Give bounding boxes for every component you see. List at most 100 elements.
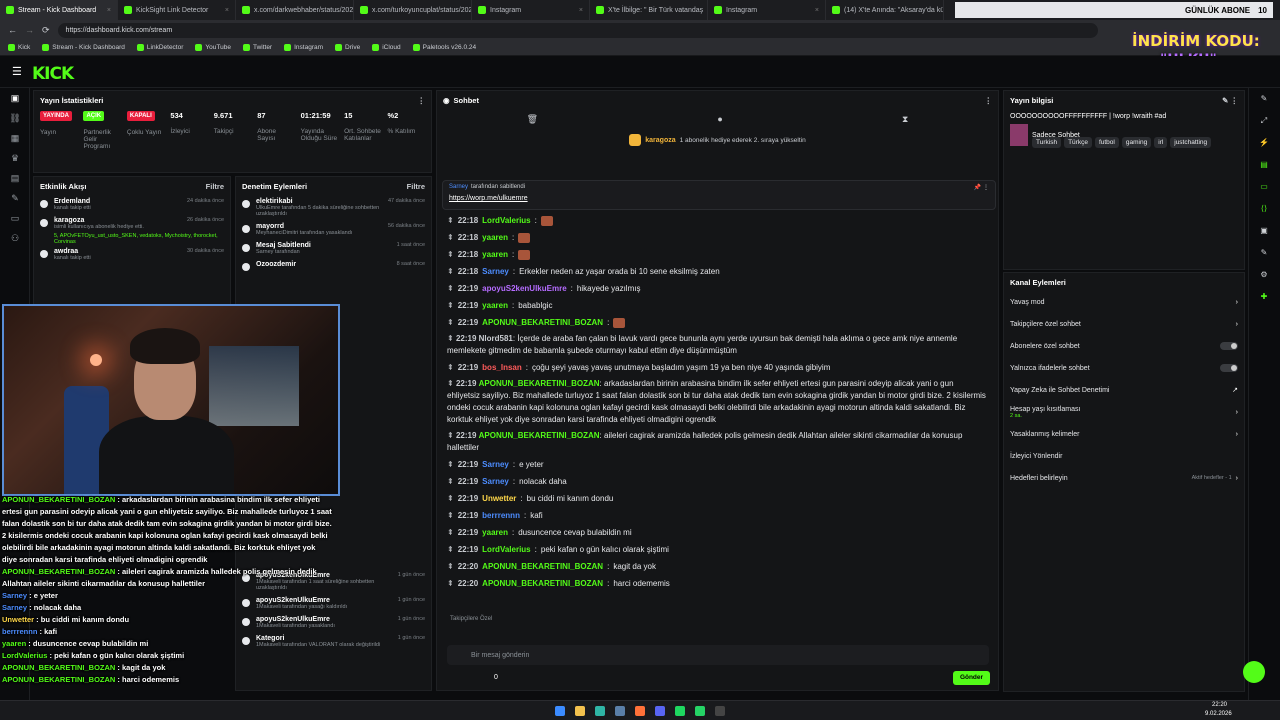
action-control[interactable]: › [1236,409,1238,416]
pin-icon[interactable]: ⇞ [447,431,456,440]
action-control[interactable]: › [1236,431,1238,438]
bookmark-item[interactable]: LinkDetector [136,44,183,51]
chat-username[interactable]: yaaren [482,301,508,310]
action-control[interactable]: › [1236,321,1238,328]
send-button[interactable]: Gönder [953,671,990,685]
whatsapp-icon[interactable] [695,705,705,716]
pin-icon[interactable]: ⇞ [447,318,454,327]
nav-dashboard-icon[interactable]: ▣ [0,88,30,108]
pin-icon[interactable]: ⇞ [447,267,454,276]
pin-icon[interactable]: ⇞ [447,250,454,259]
chat-input[interactable]: Bir mesaj gönderin [447,645,989,665]
bookmark-item[interactable]: iCloud [372,44,401,51]
feed-name[interactable]: karagoza [54,217,144,224]
toggle-switch[interactable] [1220,342,1238,350]
chat-message[interactable]: ⇞ 22:18 yaaren: [437,229,998,246]
code-icon[interactable]: ⟨⟩ [1249,198,1279,220]
pin-icon[interactable]: ⇞ [447,579,454,588]
chat-username[interactable]: Sarney [482,460,509,469]
layout-icon[interactable]: ▣ [1249,220,1279,242]
channel-action[interactable]: Yavaş mod › [1004,291,1244,313]
pin-icon[interactable]: ⇞ [447,494,454,503]
chat-message[interactable]: ⇞ 22:18 yaaren: [437,246,998,263]
pin-icon[interactable]: ⇞ [447,477,454,486]
explorer-icon[interactable] [575,705,585,716]
activity-filter[interactable]: Filtre [206,182,224,191]
pinned-link[interactable]: https://worp.me/ulkuemre [449,195,989,202]
pin-icon[interactable]: ⇞ [447,334,456,343]
gift-user[interactable]: karagoza [645,137,675,144]
feed-item[interactable]: Erdemland kanalı takip etti 24 dakika önce [34,195,230,214]
steam-icon[interactable] [615,705,625,716]
nav-link-icon[interactable]: ⛓ [0,108,30,128]
bookmark-item[interactable]: Instagram [284,44,323,51]
feed-item[interactable]: elektirikabi UlkuEmre tarafından 5 dakika… [236,195,431,220]
pin-icon[interactable]: ⇞ [447,301,454,310]
pin-icon[interactable]: ⇞ [447,562,454,571]
moderation-filter[interactable]: Filtre [407,182,425,191]
chat-username[interactable]: bos_Insan [482,363,522,372]
chat-message[interactable]: ⇞ 22:19 berrrennn: kafi [437,507,998,524]
chat-message[interactable]: ⇞ 22:20 APONUN_BEKARETINI_BOZAN: harci o… [437,575,998,592]
feed-name[interactable]: Erdemland [54,198,91,205]
kick-logo[interactable]: KICK [32,64,74,84]
chat-message[interactable]: ⇞ 22:18 LordValerius: [437,212,998,229]
nav-chat-icon[interactable]: ▭ [0,208,30,228]
chat-icon[interactable]: ▭ [1249,176,1279,198]
toggle-switch[interactable] [1220,364,1238,372]
channel-action[interactable]: İzleyici Yönlendir [1004,445,1244,467]
feed-name[interactable]: Mesaj Sabitlendi [256,242,311,249]
edge-icon[interactable] [595,705,605,716]
pin-icon[interactable]: ⇞ [447,528,454,537]
channel-action[interactable]: Yalnızca ifadelerle sohbet [1004,357,1244,379]
wrench-icon[interactable]: ✎ [1249,242,1279,264]
stream-tag[interactable]: justchatting [1170,137,1212,148]
settings-icon[interactable]: ⚙ [1249,264,1279,286]
channel-action[interactable]: Yapay Zeka ile Sohbet Denetimi ↗ [1004,379,1244,401]
feed-name[interactable]: mayorrd [256,223,352,230]
chat-username[interactable]: yaaren [482,250,508,259]
chat-message[interactable]: ⇞ 22:19 yaaren: dusuncence cevap bulabil… [437,524,998,541]
nav-tools-icon[interactable]: ✎ [0,188,30,208]
chat-message[interactable]: ⇞ 22:19 APONUN_BEKARETINI_BOZAN: arkadas… [437,376,998,428]
chat-username[interactable]: APONUN_BEKARETINI_BOZAN [479,431,600,440]
tab-close-icon[interactable]: × [815,7,819,14]
more-icon[interactable]: ⋮ [418,96,426,105]
chat-message[interactable]: ⇞ 22:20 APONUN_BEKARETINI_BOZAN: kagit d… [437,558,998,575]
pin-icon[interactable]: ⇞ [447,511,454,520]
pin-icon[interactable]: ⇞ [447,233,454,242]
chat-username[interactable]: yaaren [482,233,508,242]
chat-message[interactable]: ⇞ 22:19 Sarney: nolacak daha [437,473,998,490]
start-icon[interactable] [555,705,565,716]
url-field[interactable]: https://dashboard.kick.com/stream [57,22,1098,38]
stream-tag[interactable]: futbol [1094,137,1119,148]
chat-username[interactable]: Unwetter [482,494,516,503]
action-control[interactable]: ↗ [1232,386,1238,394]
trash-icon[interactable]: 🗑 [527,114,538,125]
nav-grid-icon[interactable]: ▤ [0,168,30,188]
pin-icon[interactable]: ⇞ [447,545,454,554]
chat-collapse-icon[interactable]: ◉ [443,96,450,105]
feed-item[interactable]: karagoza isimli kullanıcıya abonelik hedi… [34,214,230,233]
action-control[interactable] [1220,342,1238,350]
feed-name[interactable]: elektirikabi [256,198,382,205]
browser-tab[interactable]: x.com/darkwebhaber/status/2020× [236,0,354,20]
bookmark-item[interactable]: Drive [335,44,360,51]
pinned-by[interactable]: Sarney [449,184,468,191]
forward-icon[interactable]: → [25,25,34,35]
lightning-icon[interactable]: ⚡ [1249,132,1279,154]
feed-item[interactable]: awdraa kanalı takip etti 30 dakika önce [34,245,230,264]
menu-icon[interactable]: ☰ [12,65,22,78]
browser-tab[interactable]: Instagram × [472,0,590,20]
pin-icon[interactable]: 📌 ⋮ [974,184,989,191]
reload-icon[interactable]: ⟳ [42,25,50,36]
channel-action[interactable]: Hesap yaşı kısıtlaması 2 sa. › [1004,401,1244,423]
support-bubble-icon[interactable] [1243,661,1265,683]
discord-icon[interactable] [655,705,665,716]
chat-username[interactable]: LordValerius [482,216,530,225]
bookmark-item[interactable]: Stream - Kick Dashboard [42,44,125,51]
nav-account-icon[interactable]: ⚇ [0,228,30,248]
chat-username[interactable]: APONUN_BEKARETINI_BOZAN [482,318,603,327]
stream-tag[interactable]: gaming [1121,137,1152,148]
channel-action[interactable]: Hedefleri belirleyin Aktif hedefler - 1 › [1004,467,1244,489]
